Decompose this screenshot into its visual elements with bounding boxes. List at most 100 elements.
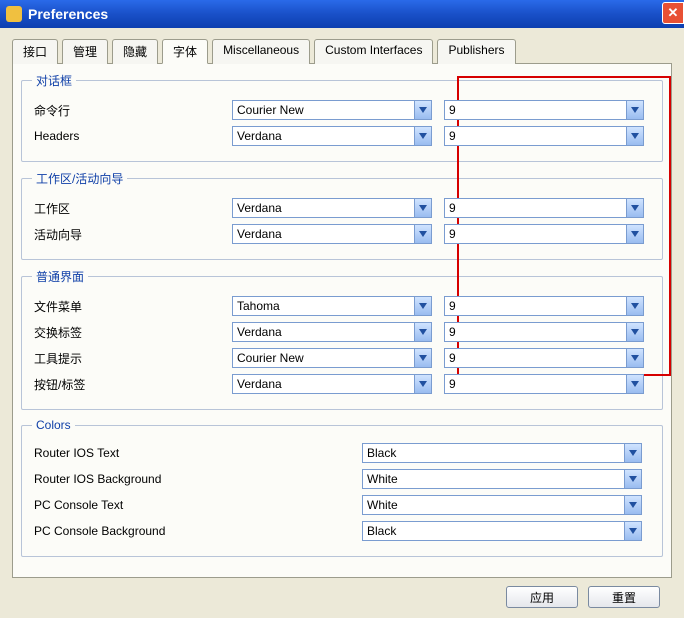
- select-value: 9: [449, 201, 456, 215]
- chevron-down-icon: [626, 225, 643, 243]
- select-value: Verdana: [237, 377, 282, 391]
- select-router-text-color[interactable]: Black: [362, 443, 642, 463]
- label-router-bg: Router IOS Background: [32, 472, 362, 486]
- select-activity-font[interactable]: Verdana: [232, 224, 432, 244]
- select-pc-bg-color[interactable]: Black: [362, 521, 642, 541]
- select-value: Courier New: [237, 103, 304, 117]
- group-dialog: 对话框 命令行 Courier New 9 Headers Verdana: [21, 72, 663, 162]
- select-tooltip-font[interactable]: Courier New: [232, 348, 432, 368]
- label-swaptab: 交换标签: [32, 324, 232, 341]
- select-activity-size[interactable]: 9: [444, 224, 644, 244]
- tab-manage[interactable]: 管理: [62, 39, 108, 64]
- select-value: Black: [367, 524, 396, 538]
- close-button[interactable]: ✕: [662, 2, 684, 24]
- tab-label: Publishers: [448, 43, 504, 57]
- select-value: Verdana: [237, 325, 282, 339]
- chevron-down-icon: [414, 349, 431, 367]
- chevron-down-icon: [626, 375, 643, 393]
- select-workspace-font[interactable]: Verdana: [232, 198, 432, 218]
- select-value: 9: [449, 377, 456, 391]
- tab-custom[interactable]: Custom Interfaces: [314, 39, 433, 64]
- select-workspace-size[interactable]: 9: [444, 198, 644, 218]
- apply-button[interactable]: 应用: [506, 586, 578, 608]
- tab-label: 字体: [173, 45, 197, 59]
- select-value: Verdana: [237, 201, 282, 215]
- chevron-down-icon: [626, 101, 643, 119]
- tab-fonts[interactable]: 字体: [162, 39, 208, 64]
- select-buttons-font[interactable]: Verdana: [232, 374, 432, 394]
- select-headers-size[interactable]: 9: [444, 126, 644, 146]
- select-tooltip-size[interactable]: 9: [444, 348, 644, 368]
- chevron-down-icon: [626, 349, 643, 367]
- chevron-down-icon: [626, 199, 643, 217]
- chevron-down-icon: [414, 375, 431, 393]
- label-filemenu: 文件菜单: [32, 298, 232, 315]
- label-activity: 活动向导: [32, 226, 232, 243]
- group-dialog-legend: 对话框: [32, 72, 76, 89]
- select-value: 9: [449, 351, 456, 365]
- label-workspace: 工作区: [32, 200, 232, 217]
- tab-interface[interactable]: 接口: [12, 39, 58, 64]
- group-colors-legend: Colors: [32, 418, 75, 432]
- select-filemenu-font[interactable]: Tahoma: [232, 296, 432, 316]
- select-value: 9: [449, 227, 456, 241]
- reset-button[interactable]: 重置: [588, 586, 660, 608]
- select-filemenu-size[interactable]: 9: [444, 296, 644, 316]
- chevron-down-icon: [624, 496, 641, 514]
- chevron-down-icon: [624, 444, 641, 462]
- select-value: 9: [449, 103, 456, 117]
- action-buttons: 应用 重置: [12, 578, 672, 608]
- label-buttons: 按钮/标签: [32, 376, 232, 393]
- label-pc-bg: PC Console Background: [32, 524, 362, 538]
- button-label: 重置: [612, 589, 636, 606]
- select-swaptab-size[interactable]: 9: [444, 322, 644, 342]
- chevron-down-icon: [414, 101, 431, 119]
- fonts-panel: 对话框 命令行 Courier New 9 Headers Verdana: [12, 63, 672, 578]
- window-title: Preferences: [28, 6, 108, 22]
- titlebar: Preferences ✕: [0, 0, 684, 28]
- group-colors: Colors Router IOS Text Black Router IOS …: [21, 418, 663, 557]
- select-value: White: [367, 472, 398, 486]
- chevron-down-icon: [626, 297, 643, 315]
- group-workspace: 工作区/活动向导 工作区 Verdana 9 活动向导 Verdana: [21, 170, 663, 260]
- button-label: 应用: [530, 589, 554, 606]
- chevron-down-icon: [624, 470, 641, 488]
- chevron-down-icon: [414, 323, 431, 341]
- group-workspace-legend: 工作区/活动向导: [32, 170, 127, 187]
- select-value: Verdana: [237, 227, 282, 241]
- chevron-down-icon: [414, 199, 431, 217]
- select-swaptab-font[interactable]: Verdana: [232, 322, 432, 342]
- close-icon: ✕: [668, 5, 679, 21]
- select-router-bg-color[interactable]: White: [362, 469, 642, 489]
- select-cmdline-size[interactable]: 9: [444, 100, 644, 120]
- select-value: Tahoma: [237, 299, 280, 313]
- label-tooltip: 工具提示: [32, 350, 232, 367]
- chevron-down-icon: [414, 225, 431, 243]
- chevron-down-icon: [624, 522, 641, 540]
- app-icon: [6, 6, 22, 22]
- select-pc-text-color[interactable]: White: [362, 495, 642, 515]
- group-general-legend: 普通界面: [32, 268, 88, 285]
- chevron-down-icon: [626, 323, 643, 341]
- label-headers: Headers: [32, 129, 232, 143]
- tab-bar: 接口 管理 隐藏 字体 Miscellaneous Custom Interfa…: [12, 39, 672, 64]
- tab-label: Miscellaneous: [223, 43, 299, 57]
- select-buttons-size[interactable]: 9: [444, 374, 644, 394]
- chevron-down-icon: [414, 297, 431, 315]
- select-value: Verdana: [237, 129, 282, 143]
- select-value: White: [367, 498, 398, 512]
- select-value: Black: [367, 446, 396, 460]
- tab-label: 管理: [73, 45, 97, 59]
- tab-misc[interactable]: Miscellaneous: [212, 39, 310, 64]
- label-pc-text: PC Console Text: [32, 498, 362, 512]
- chevron-down-icon: [626, 127, 643, 145]
- label-router-text: Router IOS Text: [32, 446, 362, 460]
- select-value: Courier New: [237, 351, 304, 365]
- group-general: 普通界面 文件菜单 Tahoma 9 交换标签 Verdana: [21, 268, 663, 410]
- tab-label: 接口: [23, 45, 47, 59]
- tab-hide[interactable]: 隐藏: [112, 39, 158, 64]
- tab-publishers[interactable]: Publishers: [437, 39, 515, 64]
- select-headers-font[interactable]: Verdana: [232, 126, 432, 146]
- select-cmdline-font[interactable]: Courier New: [232, 100, 432, 120]
- chevron-down-icon: [414, 127, 431, 145]
